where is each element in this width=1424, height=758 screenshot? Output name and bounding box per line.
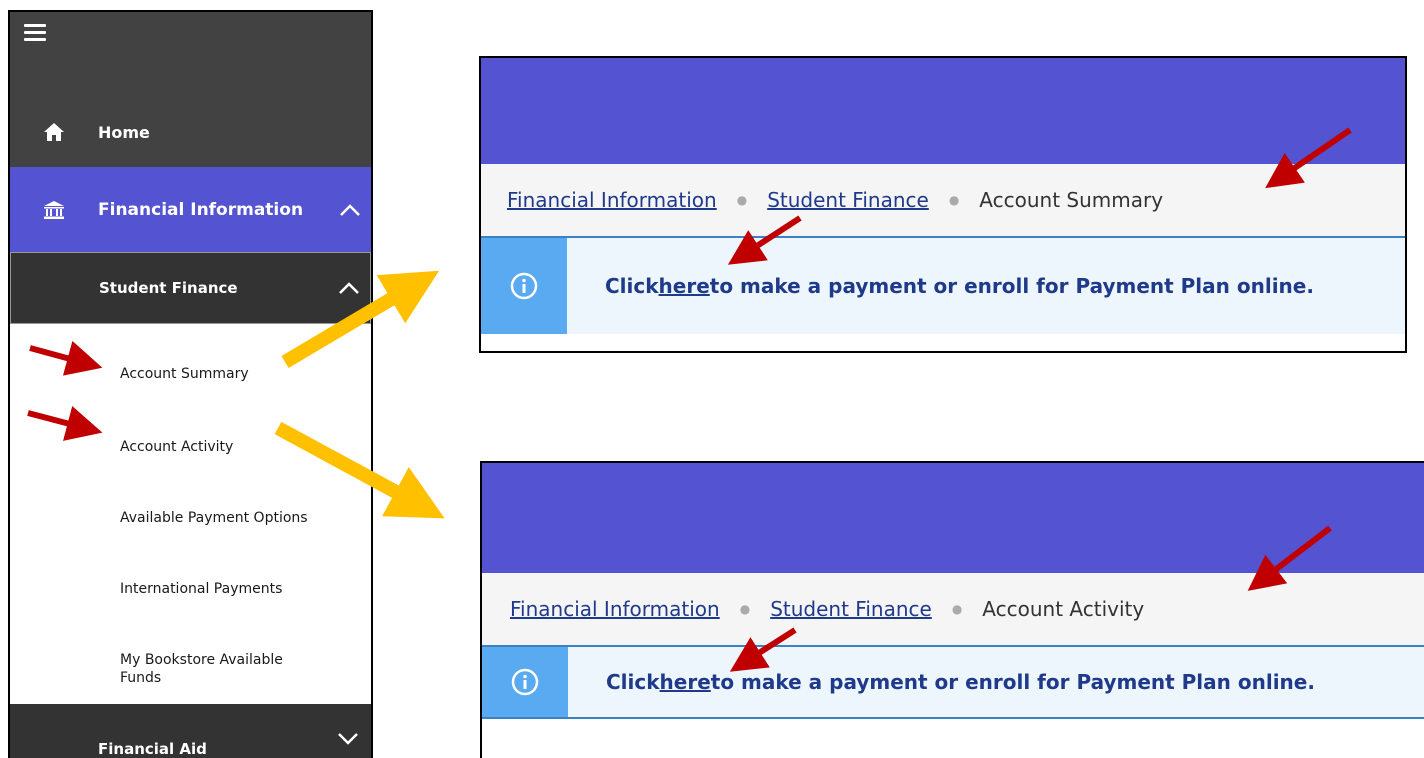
- sidebar-item-financial-information[interactable]: Financial Information: [10, 167, 371, 252]
- breadcrumb-separator: ●: [739, 602, 751, 616]
- sidebar-subitem-international-payments[interactable]: International Payments: [120, 581, 282, 597]
- breadcrumb-separator: ●: [948, 193, 960, 207]
- sidebar-item-student-finance[interactable]: Student Finance: [10, 252, 371, 324]
- breadcrumb-link[interactable]: Student Finance: [767, 188, 929, 212]
- sidebar-nav: Home Financial Information Student Finan…: [8, 10, 373, 758]
- hamburger-menu-icon[interactable]: [24, 24, 46, 45]
- breadcrumb-separator: ●: [951, 602, 963, 616]
- sidebar-subitem-bookstore-funds-line1[interactable]: My Bookstore Available: [120, 652, 283, 668]
- info-message: Click here to make a payment or enroll f…: [605, 274, 1314, 298]
- sidebar-item-home[interactable]: Home: [10, 97, 371, 167]
- home-icon: [10, 123, 98, 141]
- sidebar-subitem-account-summary[interactable]: Account Summary: [120, 366, 249, 382]
- page-header-bar: [482, 463, 1424, 573]
- breadcrumb: Financial Information ● Student Finance …: [481, 164, 1405, 236]
- chevron-up-icon[interactable]: [339, 203, 361, 217]
- breadcrumb-current: Account Activity: [982, 597, 1145, 621]
- account-activity-panel: Financial Information ● Student Finance …: [480, 461, 1424, 758]
- sidebar-item-label: Financial Aid: [98, 740, 207, 758]
- sidebar-item-label: Financial Information: [98, 199, 304, 220]
- sidebar-header: [10, 12, 371, 97]
- breadcrumb-separator: ●: [736, 193, 748, 207]
- breadcrumb-link[interactable]: Financial Information: [507, 188, 717, 212]
- sidebar-subitem-available-payment-options[interactable]: Available Payment Options: [120, 510, 308, 526]
- breadcrumb-link[interactable]: Financial Information: [510, 597, 720, 621]
- sidebar-item-financial-aid[interactable]: Financial Aid: [10, 704, 371, 758]
- page-header-bar: [481, 58, 1405, 164]
- breadcrumb-link[interactable]: Student Finance: [770, 597, 932, 621]
- sidebar-item-label: Home: [98, 122, 150, 142]
- payment-here-link[interactable]: here: [659, 274, 710, 298]
- breadcrumb-current: Account Summary: [979, 188, 1164, 212]
- account-summary-panel: Financial Information ● Student Finance …: [479, 56, 1407, 353]
- info-message: Click here to make a payment or enroll f…: [606, 670, 1315, 694]
- chevron-down-icon[interactable]: [337, 732, 359, 746]
- sidebar-subitem-account-activity[interactable]: Account Activity: [120, 439, 233, 455]
- divider: [482, 717, 1424, 719]
- info-icon: [481, 238, 567, 334]
- chevron-up-icon[interactable]: [338, 281, 360, 295]
- sidebar-subitem-bookstore-funds-line2[interactable]: Funds: [120, 670, 161, 686]
- info-icon: [482, 647, 568, 717]
- info-banner: Click here to make a payment or enroll f…: [482, 645, 1424, 717]
- info-banner: Click here to make a payment or enroll f…: [481, 236, 1405, 334]
- sidebar-item-label: Student Finance: [99, 279, 238, 297]
- breadcrumb: Financial Information ● Student Finance …: [482, 573, 1424, 645]
- bank-icon: [10, 200, 98, 219]
- payment-here-link[interactable]: here: [660, 670, 711, 694]
